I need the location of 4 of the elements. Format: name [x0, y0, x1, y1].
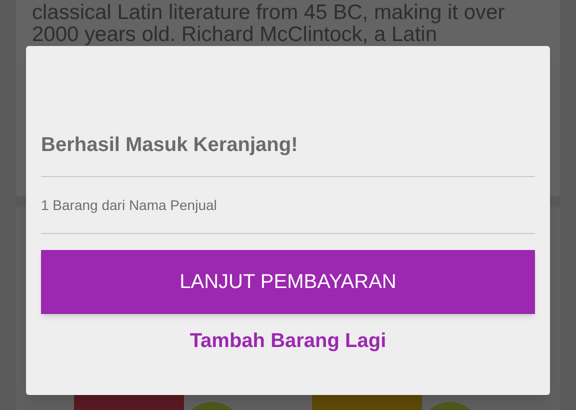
checkout-button[interactable]: LANJUT PEMBAYARAN: [41, 250, 535, 314]
add-more-link[interactable]: Tambah Barang Lagi: [190, 328, 386, 354]
dialog-message: 1 Barang dari Nama Penjual: [41, 177, 535, 234]
dialog-title: Berhasil Masuk Keranjang!: [41, 132, 535, 177]
